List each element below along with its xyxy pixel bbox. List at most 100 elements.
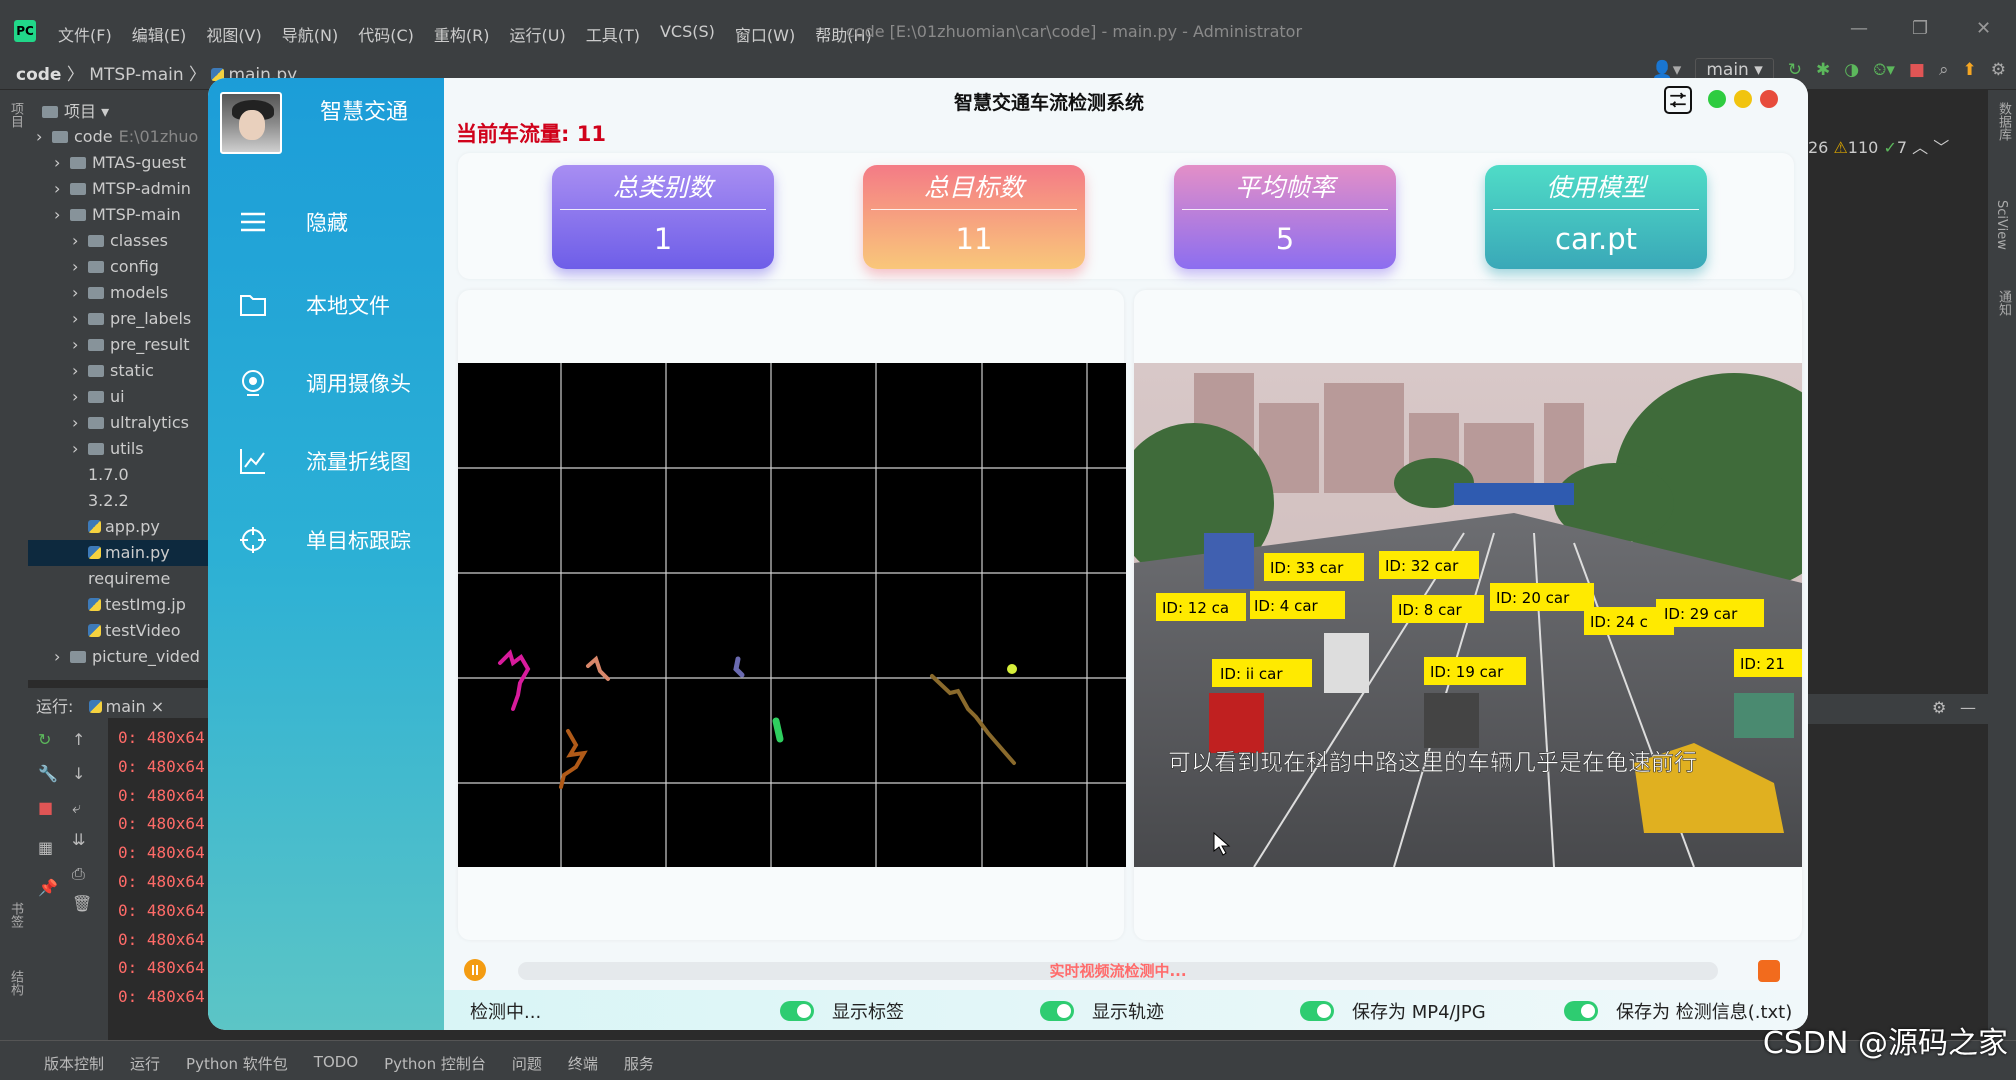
- tree-item[interactable]: › ui: [28, 384, 210, 410]
- close-dot[interactable]: [1760, 90, 1778, 108]
- status-services[interactable]: 服务: [624, 1053, 654, 1074]
- tree-item-label: static: [110, 361, 154, 380]
- menu-run[interactable]: 运行(U): [510, 22, 566, 46]
- status-packages[interactable]: Python 软件包: [186, 1053, 288, 1074]
- menu-view[interactable]: 视图(V): [206, 22, 261, 46]
- stop-button[interactable]: [1758, 960, 1780, 982]
- tree-item[interactable]: › MTSP-admin: [28, 176, 210, 202]
- notifications-tool-label[interactable]: 通知: [1994, 290, 2013, 316]
- toggle-show-labels[interactable]: 显示标签: [780, 998, 904, 1024]
- debug-icon[interactable]: ✱: [1816, 60, 1830, 80]
- tree-item[interactable]: › classes: [28, 228, 210, 254]
- pin-icon[interactable]: 📌: [38, 878, 58, 897]
- menu-navigate[interactable]: 导航(N): [282, 22, 338, 46]
- tree-item[interactable]: › static: [28, 358, 210, 384]
- settings-icon[interactable]: ⚙: [1991, 60, 2006, 80]
- restore-icon[interactable]: ❐: [1912, 18, 1928, 39]
- inspection-widget[interactable]: 26 ⚠110 ✓7 ︿ ﹀: [1808, 134, 1949, 158]
- tree-item[interactable]: app.py: [28, 514, 210, 540]
- tree-item[interactable]: › utils: [28, 436, 210, 462]
- nav-flow-chart[interactable]: 流量折线图: [208, 433, 444, 489]
- tree-item-label: pre_result: [110, 335, 190, 354]
- tree-item[interactable]: › config: [28, 254, 210, 280]
- menu-edit[interactable]: 编辑(E): [132, 22, 187, 46]
- toggle-label: 显示轨迹: [1092, 1002, 1164, 1023]
- project-tool-label[interactable]: 项目: [6, 102, 25, 128]
- tree-item[interactable]: testImg.jp: [28, 592, 210, 618]
- breadcrumb-folder[interactable]: MTSP-main: [89, 65, 183, 85]
- status-todo[interactable]: TODO: [314, 1053, 358, 1074]
- progress-bar[interactable]: 实时视频流检测中...: [518, 962, 1718, 980]
- down-icon[interactable]: ↓: [72, 764, 85, 783]
- expand-arrow-icon: ›: [72, 439, 79, 458]
- stop-icon[interactable]: ■: [1909, 60, 1925, 80]
- menu-refactor[interactable]: 重构(R): [434, 22, 490, 46]
- database-tool-label[interactable]: 数据库: [1994, 102, 2013, 141]
- breadcrumb-root[interactable]: code: [16, 65, 61, 85]
- run-tab[interactable]: main: [106, 697, 146, 716]
- toggle-switch[interactable]: [1564, 1001, 1598, 1021]
- tree-item[interactable]: › MTAS-guest: [28, 150, 210, 176]
- project-title[interactable]: 项目: [64, 102, 96, 121]
- soft-wrap-icon[interactable]: ⤶: [72, 798, 81, 818]
- rerun-icon[interactable]: ↻: [38, 730, 51, 749]
- tree-item[interactable]: › pre_result: [28, 332, 210, 358]
- print-icon[interactable]: ⎙: [72, 864, 85, 884]
- profile-icon[interactable]: ⏲▾: [1873, 60, 1895, 80]
- toggle-switch[interactable]: [1300, 1001, 1334, 1021]
- tree-item[interactable]: main.py: [28, 540, 210, 566]
- expand-arrow-icon: ›: [72, 361, 79, 380]
- gear-icon[interactable]: ⚙: [1932, 698, 1946, 717]
- close-icon[interactable]: ✕: [1976, 18, 1991, 39]
- search-icon[interactable]: ⌕: [1939, 60, 1949, 80]
- hide-icon[interactable]: —: [1960, 698, 1976, 717]
- minimize-icon[interactable]: —: [1850, 18, 1868, 39]
- status-terminal[interactable]: 终端: [568, 1053, 598, 1074]
- tree-item[interactable]: requireme: [28, 566, 210, 592]
- toggle-show-trajectory[interactable]: 显示轨迹: [1040, 998, 1164, 1024]
- delete-icon[interactable]: 🗑: [72, 894, 92, 913]
- nav-camera[interactable]: 调用摄像头: [208, 355, 444, 411]
- menu-tools[interactable]: 工具(T): [586, 22, 640, 46]
- sciview-tool-label[interactable]: SciView: [1994, 200, 2009, 250]
- layout-icon[interactable]: ▦: [38, 838, 53, 857]
- update-icon[interactable]: ⬆: [1963, 60, 1977, 80]
- pause-button[interactable]: [464, 959, 486, 981]
- settings-toggle-icon[interactable]: [1664, 86, 1692, 114]
- menu-code[interactable]: 代码(C): [358, 22, 414, 46]
- minimize-dot[interactable]: [1734, 90, 1752, 108]
- wrench-icon[interactable]: 🔧: [38, 764, 58, 783]
- status-run[interactable]: 运行: [130, 1053, 160, 1074]
- menu-window[interactable]: 窗口(W): [735, 22, 795, 46]
- tree-item[interactable]: 3.2.2: [28, 488, 210, 514]
- tree-item[interactable]: › MTSP-main: [28, 202, 210, 228]
- rerun-icon[interactable]: ↻: [1788, 60, 1802, 80]
- scroll-end-icon[interactable]: ⇊: [72, 830, 85, 849]
- tree-item[interactable]: testVideo: [28, 618, 210, 644]
- menu-file[interactable]: 文件(F): [58, 22, 112, 46]
- coverage-icon[interactable]: ◑: [1844, 60, 1859, 80]
- bookmarks-tool-label[interactable]: 书签: [6, 902, 25, 928]
- nav-hide[interactable]: 隐藏: [208, 194, 444, 250]
- toggle-save-txt[interactable]: 保存为 检测信息(.txt): [1564, 998, 1792, 1024]
- toggle-save-mp4[interactable]: 保存为 MP4/JPG: [1300, 998, 1486, 1024]
- tree-item[interactable]: › picture_vided: [28, 644, 210, 670]
- tree-item[interactable]: › code E:\01zhuo: [28, 124, 210, 150]
- status-vcs[interactable]: 版本控制: [44, 1053, 104, 1074]
- tree-item[interactable]: 1.7.0: [28, 462, 210, 488]
- status-problems[interactable]: 问题: [512, 1053, 542, 1074]
- maximize-dot[interactable]: [1708, 90, 1726, 108]
- nav-single-target[interactable]: 单目标跟踪: [208, 512, 444, 568]
- toggle-switch[interactable]: [1040, 1001, 1074, 1021]
- structure-tool-label[interactable]: 结构: [6, 970, 25, 996]
- stop-run-icon[interactable]: ■: [38, 798, 53, 817]
- nav-local-file[interactable]: 本地文件: [208, 277, 444, 333]
- tree-item[interactable]: › models: [28, 280, 210, 306]
- tree-item[interactable]: › pre_labels: [28, 306, 210, 332]
- menu-vcs[interactable]: VCS(S): [660, 22, 715, 46]
- toggle-switch[interactable]: [780, 1001, 814, 1021]
- tree-item[interactable]: › ultralytics: [28, 410, 210, 436]
- status-console[interactable]: Python 控制台: [384, 1053, 486, 1074]
- user-icon[interactable]: 👤▾: [1652, 60, 1682, 80]
- up-icon[interactable]: ↑: [72, 730, 85, 749]
